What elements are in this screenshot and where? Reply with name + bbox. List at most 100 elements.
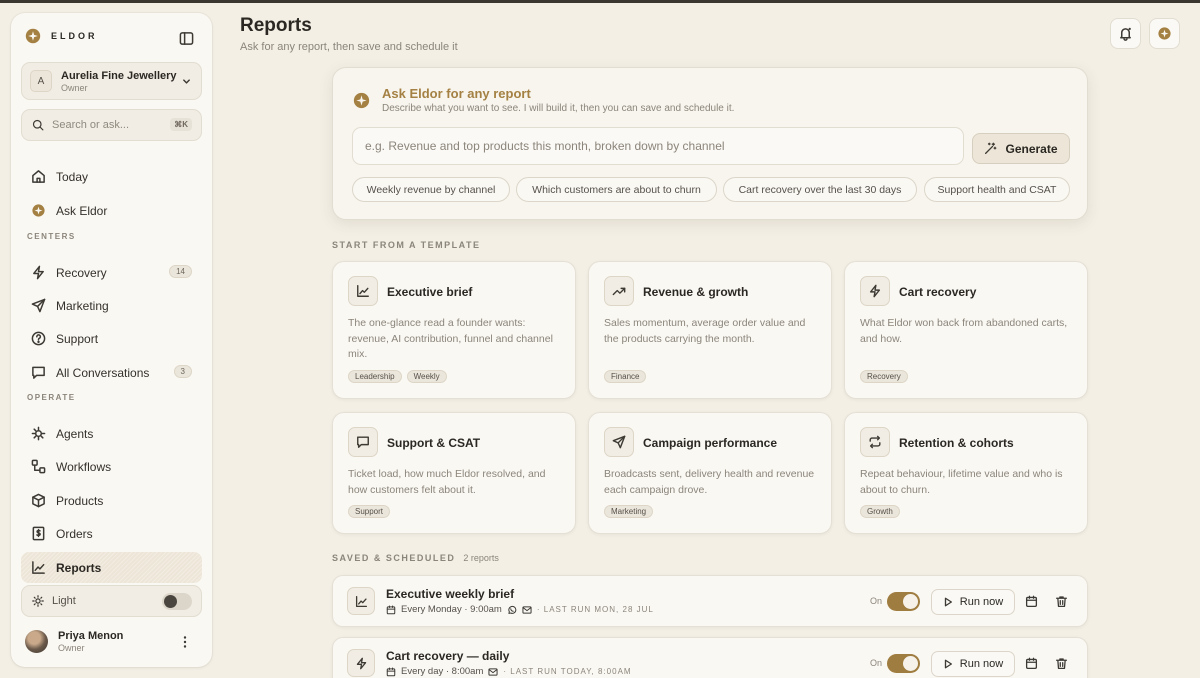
template-card-support-csat[interactable]: Support & CSAT Ticket load, how much Eld… [332, 412, 576, 534]
trash-icon[interactable] [1055, 657, 1068, 670]
generate-button[interactable]: Generate [972, 133, 1070, 164]
line-chart-icon [32, 561, 45, 574]
trash-icon[interactable] [1055, 595, 1068, 608]
sidebar-item-reports[interactable]: Reports [21, 552, 202, 583]
tag: Leadership [348, 370, 402, 383]
sidebar-item-products[interactable]: Products [21, 485, 202, 516]
saved-report-row[interactable]: Cart recovery — daily Every day · 8:00am… [332, 637, 1088, 678]
template-icon [604, 427, 634, 457]
tag: Marketing [604, 505, 654, 518]
magic-wand-icon [985, 142, 997, 155]
schedule-toggle[interactable] [887, 592, 920, 611]
search-input[interactable] [52, 119, 162, 131]
section-label-centers: CENTERS [27, 232, 76, 241]
template-description: The one-glance read a founder wants: rev… [348, 317, 553, 360]
mail-icon [522, 605, 532, 614]
sidebar-item-recovery[interactable]: Recovery 14 [21, 257, 202, 288]
notifications-button[interactable] [1110, 18, 1141, 49]
eldor-logo-icon [1158, 27, 1171, 40]
template-icon [860, 427, 890, 457]
brand[interactable]: ELDOR [25, 28, 98, 44]
eldor-logo-icon [25, 28, 41, 44]
sidebar-item-today[interactable]: Today [21, 161, 202, 192]
play-icon [944, 659, 952, 669]
repeat-icon [869, 435, 881, 449]
suggestion-chip[interactable]: Which customers are about to churn [516, 177, 717, 202]
count-badge: 3 [173, 365, 192, 378]
user-role: Owner [58, 643, 85, 653]
tag: Recovery [860, 370, 908, 383]
saved-report-icon [347, 649, 375, 677]
template-icon [348, 276, 378, 306]
template-card-cart-recovery[interactable]: Cart recovery What Eldor won back from a… [844, 261, 1088, 399]
sidebar-item-ask-eldor[interactable]: Ask Eldor [21, 195, 202, 226]
saved-report-row[interactable]: Executive weekly brief Every Monday · 9:… [332, 575, 1088, 627]
message-square-icon [357, 436, 369, 448]
template-title: Revenue & growth [643, 285, 749, 299]
calendar-icon[interactable] [1025, 657, 1038, 670]
bolt-icon [356, 657, 366, 669]
sidebar-item-all-conversations[interactable]: All Conversations 3 [21, 357, 202, 388]
template-title: Retention & cohorts [899, 436, 1014, 450]
template-icon [348, 427, 378, 457]
eldor-logo-icon [353, 92, 370, 109]
template-card-retention-cohorts[interactable]: Retention & cohorts Repeat behaviour, li… [844, 412, 1088, 534]
page-subtitle: Ask for any report, then save and schedu… [240, 41, 458, 53]
brand-name: ELDOR [51, 31, 98, 41]
template-description: Sales momentum, average order value and … [604, 317, 806, 345]
user-profile[interactable]: Priya Menon Owner [25, 630, 123, 653]
send-icon [612, 435, 626, 449]
saved-report-title: Executive weekly brief [386, 587, 515, 601]
sidebar-item-label: Workflows [56, 459, 112, 474]
more-vertical-icon[interactable] [181, 635, 189, 649]
suggestion-chip[interactable]: Cart recovery over the last 30 days [723, 177, 917, 202]
run-now-button[interactable]: Run now [931, 651, 1015, 677]
template-card-executive-brief[interactable]: Executive brief The one-glance read a fo… [332, 261, 576, 399]
workflow-icon [31, 459, 46, 474]
template-tags: Recovery [860, 370, 908, 383]
sidebar-item-agents[interactable]: Agents [21, 418, 202, 449]
template-title: Cart recovery [899, 285, 977, 299]
suggestion-chip[interactable]: Support health and CSAT [924, 177, 1070, 202]
theme-toggle: Light [21, 585, 202, 617]
calendar-icon [386, 604, 396, 614]
template-title: Executive brief [387, 285, 473, 299]
workspace-switcher[interactable]: A Aurelia Fine Jewellery Owner [21, 62, 202, 100]
workspace-avatar: A [30, 70, 52, 92]
sidebar-item-support[interactable]: Support [21, 323, 202, 354]
suggestion-chip[interactable]: Weekly revenue by channel [352, 177, 510, 202]
sidebar-item-marketing[interactable]: Marketing [21, 290, 202, 321]
theme-switch[interactable] [162, 593, 192, 610]
workspace-role: Owner [61, 82, 88, 93]
template-tags: Finance [604, 370, 647, 383]
status-label: On [870, 596, 883, 606]
sidebar-item-orders[interactable]: Orders [21, 518, 202, 549]
sidebar-toggle-icon[interactable] [179, 31, 194, 46]
status-label: On [870, 658, 883, 668]
whatsapp-icon [508, 605, 517, 614]
template-card-campaign-performance[interactable]: Campaign performance Broadcasts sent, de… [588, 412, 832, 534]
report-prompt-input[interactable] [352, 127, 964, 165]
calendar-icon[interactable] [1025, 595, 1038, 608]
package-icon [32, 493, 45, 508]
search-shortcut: ⌘K [170, 118, 192, 131]
schedule-toggle[interactable] [887, 654, 920, 673]
run-now-label: Run now [959, 596, 1004, 608]
saved-heading: SAVED & SCHEDULED 2 reports [332, 553, 499, 563]
sidebar-item-label: Reports [56, 560, 102, 575]
play-icon [944, 597, 952, 607]
ask-eldor-button[interactable] [1149, 18, 1180, 49]
template-card-revenue-growth[interactable]: Revenue & growth Sales momentum, average… [588, 261, 832, 399]
saved-report-icon [347, 587, 375, 615]
agent-icon [31, 426, 46, 441]
run-now-button[interactable]: Run now [931, 589, 1015, 615]
sidebar-item-label: All Conversations [56, 365, 150, 380]
sidebar-item-label: Today [56, 169, 89, 184]
tag: Weekly [406, 370, 447, 383]
sidebar-item-workflows[interactable]: Workflows [21, 451, 202, 482]
tag: Finance [604, 370, 647, 383]
sidebar-item-label: Marketing [56, 298, 109, 313]
generate-label: Generate [1005, 141, 1058, 156]
sun-icon [32, 595, 44, 607]
home-icon [32, 170, 45, 183]
